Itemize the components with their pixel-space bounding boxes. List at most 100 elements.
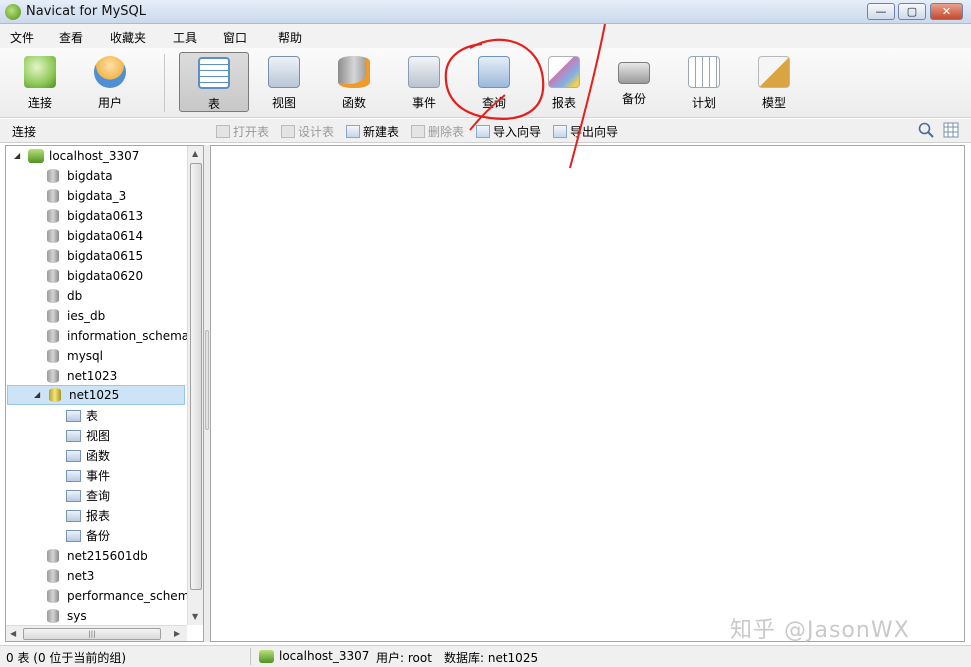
menu-file[interactable]: 文件 <box>10 29 34 46</box>
status-connection: localhost_3307 <box>279 649 370 663</box>
title-bar: Navicat for MySQL — ▢ ✕ <box>0 0 971 24</box>
tree-vertical-scrollbar[interactable]: ▲ ▼ <box>187 146 203 625</box>
tree-db-net3[interactable]: net3 <box>6 566 186 586</box>
tree-object-view[interactable]: 视图 <box>6 426 186 446</box>
tree-object-query[interactable]: 查询 <box>6 486 186 506</box>
tree-db-bigdata-3[interactable]: bigdata_3 <box>6 186 186 206</box>
tree-db-bigdata0620[interactable]: bigdata0620 <box>6 266 186 286</box>
schedule-icon <box>688 56 720 88</box>
design-table-button[interactable]: 设计表 <box>281 123 334 140</box>
database-icon <box>47 229 59 243</box>
model-icon <box>758 56 790 88</box>
report-icon <box>548 56 580 88</box>
scroll-up-icon[interactable]: ▲ <box>192 149 198 158</box>
toolbar-connection-button[interactable]: 连接 <box>5 52 75 112</box>
toolbar-model-button[interactable]: 模型 <box>739 52 809 112</box>
close-button[interactable]: ✕ <box>930 3 963 20</box>
tree-db-net215601db[interactable]: net215601db <box>6 546 186 566</box>
tree-db-mysql[interactable]: mysql <box>6 346 186 366</box>
tree-db-bigdata[interactable]: bigdata <box>6 166 186 186</box>
import-wizard-button[interactable]: 导入向导 <box>476 123 541 140</box>
tree-db-net1023[interactable]: net1023 <box>6 366 186 386</box>
toolbar-table-button[interactable]: 表 <box>179 52 249 112</box>
database-icon <box>47 189 59 203</box>
object-toolbar: 连接 打开表 设计表 新建表 删除表 导入向导 导出向导 <box>0 119 971 143</box>
minimize-button[interactable]: — <box>867 3 895 20</box>
tree-horizontal-scrollbar[interactable]: ◀ ||| ▶ <box>6 625 187 641</box>
open-table-button[interactable]: 打开表 <box>216 123 269 140</box>
database-open-icon <box>49 388 61 402</box>
tree-db-information-schema[interactable]: information_schema <box>6 326 189 346</box>
tree-object-event[interactable]: 事件 <box>6 466 186 486</box>
menu-favorites[interactable]: 收藏夹 <box>110 29 146 46</box>
status-user: 用户: root <box>376 651 432 665</box>
toolbar-user-button[interactable]: 用户 <box>75 52 145 112</box>
toolbar-report-button[interactable]: 报表 <box>529 52 599 112</box>
toolbar-function-button[interactable]: 函数 <box>319 52 389 112</box>
toolbar-query-button[interactable]: 查询 <box>459 52 529 112</box>
scroll-down-icon[interactable]: ▼ <box>192 612 198 621</box>
database-icon <box>47 289 59 303</box>
toolbar-view-button[interactable]: 视图 <box>249 52 319 112</box>
menu-window[interactable]: 窗口 <box>223 29 247 46</box>
database-icon <box>47 169 59 183</box>
tree-db-bigdata0614[interactable]: bigdata0614 <box>6 226 186 246</box>
maximize-button[interactable]: ▢ <box>898 3 926 20</box>
database-icon <box>47 249 59 263</box>
tree-db-net1025[interactable]: ◢ net1025 <box>7 385 185 405</box>
tree-db-ies-db[interactable]: ies_db <box>6 306 186 326</box>
status-bar: 0 表 (0 位于当前的组) localhost_3307 用户: root 数… <box>0 645 971 667</box>
search-icon[interactable] <box>918 122 934 138</box>
scroll-left-icon[interactable]: ◀ <box>10 629 16 638</box>
function-icon <box>66 450 81 462</box>
report-icon <box>66 510 81 522</box>
design-table-icon <box>281 125 295 138</box>
database-icon <box>47 269 59 283</box>
export-wizard-button[interactable]: 导出向导 <box>553 123 618 140</box>
tree-db-bigdata0615[interactable]: bigdata0615 <box>6 246 186 266</box>
status-database: 数据库: net1025 <box>444 651 539 665</box>
tree-connection-localhost[interactable]: ◢ localhost_3307 <box>6 146 186 166</box>
object-toolbar-title: 连接 <box>12 125 37 139</box>
user-icon <box>94 56 126 88</box>
delete-table-button[interactable]: 删除表 <box>411 123 464 140</box>
tree-db-sys[interactable]: sys <box>6 606 186 626</box>
tree-db-performance-schem[interactable]: performance_schem <box>6 586 189 606</box>
menu-tools[interactable]: 工具 <box>173 29 197 46</box>
splitter-grip[interactable] <box>205 330 209 430</box>
new-table-button[interactable]: 新建表 <box>346 123 399 140</box>
grid-view-icon[interactable] <box>943 122 959 138</box>
tree-db-bigdata0613[interactable]: bigdata0613 <box>6 206 186 226</box>
tree-object-function[interactable]: 函数 <box>6 446 186 466</box>
object-list-area[interactable] <box>210 145 965 642</box>
scroll-thumb[interactable] <box>190 163 202 590</box>
query-icon <box>66 490 81 502</box>
collapse-arrow-icon[interactable]: ◢ <box>14 151 24 161</box>
collapse-arrow-icon[interactable]: ◢ <box>34 390 44 400</box>
table-icon <box>198 57 230 89</box>
tree-db-db[interactable]: db <box>6 286 186 306</box>
menu-view[interactable]: 查看 <box>59 29 83 46</box>
window-title: Navicat for MySQL <box>26 4 146 19</box>
menu-help[interactable]: 帮助 <box>278 29 302 46</box>
database-icon <box>47 369 59 383</box>
toolbar-event-button[interactable]: 事件 <box>389 52 459 112</box>
tree-object-table[interactable]: 表 <box>6 406 186 426</box>
connection-icon <box>259 650 274 663</box>
tree-object-report[interactable]: 报表 <box>6 506 186 526</box>
tree-object-backup[interactable]: 备份 <box>6 526 186 546</box>
connection-tree: ◢ localhost_3307 bigdata bigdata_3 bigdata… <box>5 145 204 642</box>
toolbar-backup-button[interactable]: 备份 <box>599 52 669 112</box>
scroll-thumb[interactable]: ||| <box>23 628 161 640</box>
view-icon <box>66 430 81 442</box>
database-icon <box>47 609 59 623</box>
toolbar-schedule-button[interactable]: 计划 <box>669 52 739 112</box>
event-icon <box>408 56 440 88</box>
table-icon <box>66 410 81 422</box>
watermark-text: 知乎 @JasonWX <box>730 618 910 643</box>
scroll-right-icon[interactable]: ▶ <box>174 629 180 638</box>
query-icon <box>478 56 510 88</box>
database-icon <box>47 209 59 223</box>
export-wizard-icon <box>553 125 567 138</box>
navicat-logo-icon <box>5 4 21 20</box>
